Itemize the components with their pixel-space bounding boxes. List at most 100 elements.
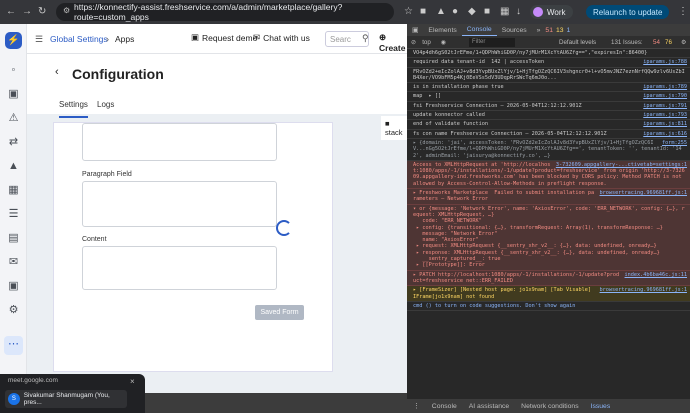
create-button[interactable]: ⊕ Create (379, 32, 407, 53)
drawer-tab-ai-assistance[interactable]: AI assistance (463, 403, 515, 410)
tab-settings[interactable]: Settings (59, 100, 88, 118)
console-error[interactable]: index.4b6ba46c.js:11 ▸ PATCH http://local… (407, 270, 690, 287)
freshservice-logo[interactable]: ⚡ (5, 32, 22, 49)
console-error[interactable]: browsertracing.969681ff.js:1 ▸ Freshworks… (407, 189, 690, 205)
devtools-panel: ▣ Elements Console Sources » 51 13 1 ⊘ t… (407, 24, 690, 413)
issues-label[interactable]: 131 Issues: (611, 39, 643, 46)
drawer-tab-issues[interactable]: Issues (585, 403, 617, 410)
console-message[interactable]: iparams.js:791 fsi Freshservice Connectio… (407, 102, 690, 112)
textarea-field[interactable] (82, 123, 277, 161)
request-demo-button[interactable]: ▣ Request demo (191, 32, 257, 43)
sidebar-toggle-icon[interactable]: ☰ (35, 34, 43, 45)
drawer-menu-icon[interactable]: ⋮ (407, 402, 426, 410)
content-field-input[interactable] (82, 246, 277, 290)
eye-icon[interactable]: ◉ (441, 39, 446, 46)
prompt-hint: cmd () to turn on code suggestions. Don'… (413, 302, 576, 309)
console-error[interactable]: 3-732609.appgallery-...ctivetab=settings… (407, 160, 690, 190)
warning-count[interactable]: 13 (556, 27, 564, 34)
dashboard-icon[interactable]: ◦ (7, 64, 20, 77)
reports-icon[interactable]: ▤ (7, 232, 20, 245)
console-message[interactable]: iparams.js:790 map ▸ [] (407, 92, 690, 102)
changes-icon[interactable]: ⇄ (7, 136, 20, 149)
forward-icon[interactable]: → (22, 6, 32, 17)
relaunch-button[interactable]: Relaunch to update (586, 5, 670, 19)
source-link[interactable]: iparams.js:789 (643, 84, 687, 90)
console-message[interactable]: iparams.js:616 fs con name Freshservice C… (407, 130, 690, 139)
tab-console[interactable]: Console (461, 24, 497, 36)
projects-icon[interactable]: ▣ (7, 280, 20, 293)
tab-sources[interactable]: Sources (497, 27, 532, 34)
problems-icon[interactable]: ⚠ (7, 112, 20, 125)
solutions-icon[interactable]: ☰ (7, 208, 20, 221)
info-count[interactable]: 1 (567, 27, 571, 34)
browser-toolbar: ← → ↻ ⚙ https://konnectify-assist.freshs… (0, 0, 690, 24)
more-tabs-icon[interactable]: » (532, 27, 546, 34)
console-message[interactable]: form:255 ▸ {domain: 'jai', accessToken: '… (407, 139, 690, 161)
source-link[interactable]: iparams.js:616 (643, 131, 687, 137)
drawer-tab-network-conditions[interactable]: Network conditions (515, 403, 584, 410)
chat-button[interactable]: ✉ Chat with us (253, 32, 310, 43)
releases-icon[interactable]: ▲ (7, 160, 20, 173)
star-icon[interactable]: ☆ (404, 6, 413, 17)
puzzle-icon[interactable]: ▦ (500, 6, 509, 17)
tickets-icon[interactable]: ▣ (7, 88, 20, 101)
reload-icon[interactable]: ↻ (38, 6, 46, 17)
source-link[interactable]: browsertracing.969681ff.js:1 (600, 190, 687, 196)
context-select[interactable]: top (422, 39, 431, 46)
message-text: VO4p4dh6gS02tJrEFme/1+QDPhWhiGD0P/ny7jMU… (413, 50, 648, 56)
source-link[interactable]: iparams.js:793 (643, 112, 687, 118)
extension-icon[interactable]: ◆ (468, 6, 476, 17)
contracts-icon[interactable]: ✉ (7, 256, 20, 269)
message-text: ▸ Freshworks Marketplace Failed to submi… (413, 190, 595, 203)
back-icon[interactable]: ← (6, 6, 16, 17)
search-icon[interactable]: ⚲ (362, 33, 369, 44)
download-icon[interactable]: ↓ (516, 6, 521, 17)
assets-icon[interactable]: ▦ (7, 184, 20, 197)
plus-icon: ⊕ (379, 32, 387, 42)
console-message[interactable]: FRvOZd2+eIcZolAJ+v8d3YvpBUxZlYjv/1+HjTfg… (407, 68, 690, 84)
source-link[interactable]: browsertracing.969681ff.js:1 (600, 287, 687, 293)
back-arrow-icon[interactable]: ‹ (55, 66, 59, 78)
extension-icon[interactable]: ■ (484, 6, 490, 17)
inspect-icon[interactable]: ▣ (407, 26, 423, 34)
console-prompt[interactable]: cmd () to turn on code suggestions. Don'… (407, 302, 690, 312)
tab-logs[interactable]: Logs (97, 100, 114, 118)
drawer-tab-console[interactable]: Console (426, 403, 463, 410)
console-filter-input[interactable]: Filter (469, 38, 515, 47)
extension-icon[interactable]: ● (452, 6, 458, 17)
top-header: ☰ Global Settings › Apps ▣ Request demo … (27, 24, 407, 54)
menu-icon[interactable]: ⋮ (678, 6, 688, 17)
create-label: Create (379, 43, 406, 53)
meet-participant[interactable]: S Sivakumar Shanmugam (You, pres... (5, 390, 127, 408)
source-link[interactable]: iparams.js:811 (643, 121, 687, 127)
message-text: fs con name Freshservice Connection – 20… (413, 130, 607, 137)
console-settings-icon[interactable]: ⚙ (681, 39, 687, 46)
source-link[interactable]: index.4b6ba46c.js:11 (625, 272, 687, 278)
console-message[interactable]: iparams.js:788 required data tenant-id 14… (407, 58, 690, 68)
console-message[interactable]: VO4p4dh6gS02tJrEFme/1+QDPhWhiGD0P/ny7jMU… (407, 49, 690, 59)
site-info-icon[interactable]: ⚙ (63, 6, 70, 15)
clear-console-icon[interactable]: ⊘ (411, 39, 416, 46)
paragraph-field-input[interactable] (82, 181, 277, 227)
message-text: is in installation phase true (413, 84, 504, 91)
extension-icon[interactable]: ■ (420, 6, 426, 17)
error-count[interactable]: 51 (545, 27, 553, 34)
source-link[interactable]: iparams.js:791 (643, 103, 687, 109)
console-message[interactable]: iparams.js:811 end of validate function (407, 120, 690, 130)
breadcrumb-parent[interactable]: Global Settings (50, 34, 108, 44)
console-warning[interactable]: browsertracing.969681ff.js:1 ▸ [FrameSize… (407, 286, 690, 302)
console-message[interactable]: iparams.js:793 update konnector called (407, 111, 690, 121)
extension-icon[interactable]: ▲ (436, 6, 446, 17)
saved-form-button[interactable]: Saved Form (255, 305, 304, 320)
more-icon[interactable]: ⋯ (4, 336, 23, 355)
settings-icon[interactable]: ⚙ (7, 304, 20, 317)
console-message[interactable]: iparams.js:789 is in installation phase t… (407, 83, 690, 93)
source-link[interactable]: iparams.js:788 (643, 59, 687, 65)
source-link[interactable]: iparams.js:790 (643, 93, 687, 99)
profile-button[interactable]: Work (530, 5, 573, 19)
close-icon[interactable]: × (130, 377, 135, 386)
console-error[interactable]: ▾ or {message: 'Network Error', name: 'A… (407, 204, 690, 271)
address-bar[interactable]: ⚙ https://konnectify-assist.freshservice… (56, 2, 394, 22)
levels-select[interactable]: Default levels (559, 39, 596, 46)
tab-elements[interactable]: Elements (423, 27, 461, 34)
